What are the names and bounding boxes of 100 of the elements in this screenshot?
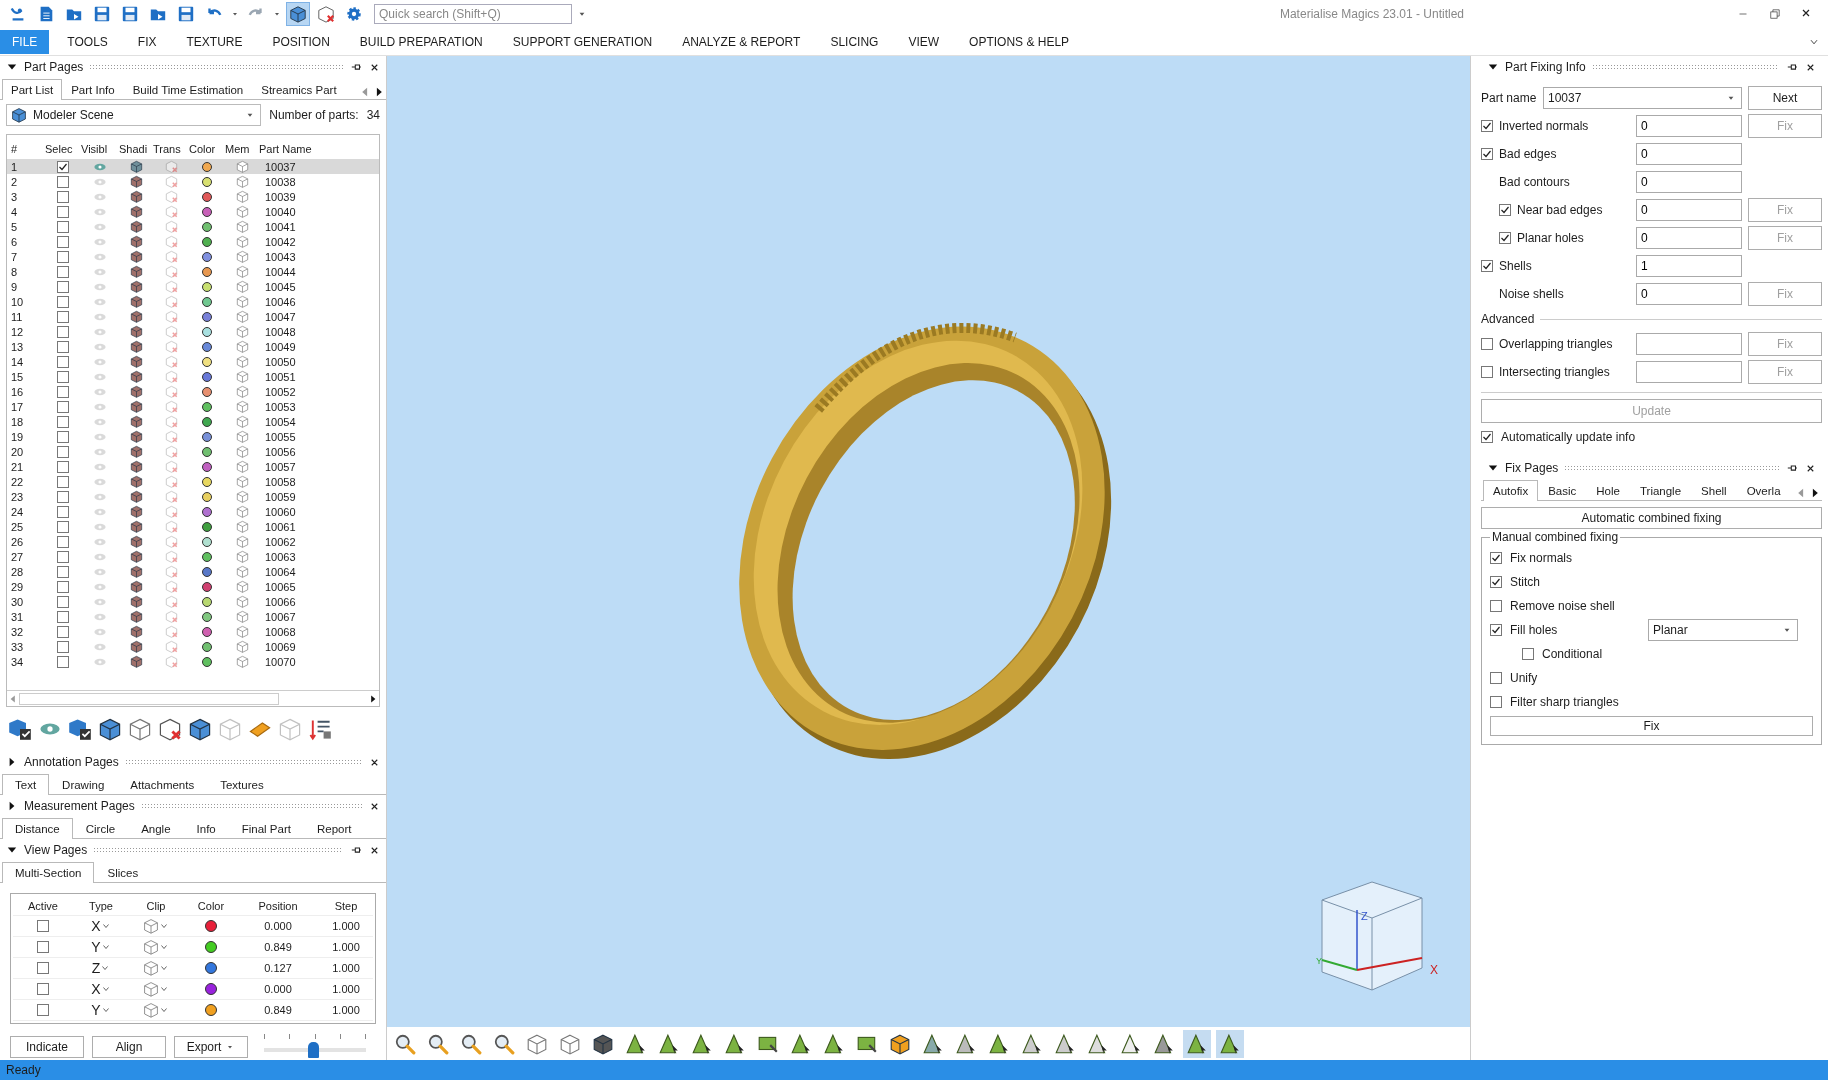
cube-icon[interactable] — [129, 640, 143, 653]
color-dot[interactable] — [202, 431, 212, 442]
triangle-icon[interactable] — [922, 1032, 944, 1055]
checkbox[interactable] — [1490, 696, 1502, 708]
checkbox[interactable] — [57, 220, 69, 233]
menu-item[interactable]: SLICING — [818, 29, 891, 54]
part-row[interactable]: 28 10064 — [7, 564, 379, 579]
cube-icon[interactable] — [289, 5, 307, 23]
part-row[interactable]: 22 10058 — [7, 474, 379, 489]
cube-icon[interactable] — [889, 1032, 911, 1055]
clip-cube-icon[interactable] — [143, 918, 159, 934]
cube-icon[interactable] — [129, 280, 143, 293]
wire-cube-icon[interactable] — [235, 190, 249, 203]
cube-icon[interactable] — [129, 430, 143, 443]
menu-item[interactable]: TEXTURE — [174, 29, 255, 54]
cube-icon[interactable] — [129, 385, 143, 398]
checkbox[interactable] — [57, 430, 69, 443]
wire-cube-icon[interactable] — [235, 265, 249, 278]
cube-icon[interactable] — [129, 490, 143, 503]
cube-icon[interactable] — [129, 415, 143, 428]
color-dot[interactable] — [202, 356, 212, 367]
column-header[interactable]: Shadi — [119, 143, 153, 155]
wire-cube-icon[interactable] — [235, 445, 249, 458]
wire-cube-icon[interactable] — [235, 220, 249, 233]
menu-item[interactable]: FIX — [125, 29, 169, 54]
wire-cube-icon[interactable] — [235, 325, 249, 338]
cube-cross-icon[interactable] — [158, 717, 182, 741]
chevron-icon[interactable] — [159, 963, 169, 973]
color-dot[interactable] — [202, 401, 212, 412]
color-dot[interactable] — [202, 656, 212, 667]
cube-icon[interactable] — [129, 595, 143, 608]
part-row[interactable]: 24 10060 — [7, 504, 379, 519]
wire-cube-icon[interactable] — [128, 717, 152, 741]
checkbox[interactable] — [57, 415, 69, 428]
cube-icon[interactable] — [129, 295, 143, 308]
export-button[interactable]: Export — [174, 1036, 248, 1058]
part-row[interactable]: 25 10061 — [7, 519, 379, 534]
wire-cube-icon[interactable] — [235, 490, 249, 503]
checkbox[interactable] — [1522, 648, 1534, 660]
cube-icon[interactable] — [129, 340, 143, 353]
value-field[interactable]: 0 — [1636, 171, 1742, 193]
cube-icon[interactable] — [129, 205, 143, 218]
checkbox[interactable] — [57, 205, 69, 218]
cube-icon[interactable] — [129, 310, 143, 323]
checkbox[interactable] — [57, 265, 69, 278]
column-header[interactable]: Part Name — [259, 143, 379, 155]
part-row[interactable]: 13 10049 — [7, 339, 379, 354]
checkbox[interactable] — [57, 190, 69, 203]
checkbox[interactable] — [37, 962, 49, 974]
wire-cube-icon[interactable] — [235, 295, 249, 308]
scrollbar-thumb[interactable] — [19, 692, 279, 705]
color-dot[interactable] — [202, 611, 212, 622]
part-row[interactable]: 16 10052 — [7, 384, 379, 399]
wire-cube-icon[interactable] — [235, 550, 249, 563]
checkbox[interactable] — [57, 235, 69, 248]
checkbox[interactable] — [57, 160, 69, 173]
color-dot[interactable] — [202, 236, 212, 247]
chevron-icon[interactable] — [159, 942, 169, 952]
wire-cube-icon[interactable] — [235, 250, 249, 263]
color-dot[interactable] — [202, 641, 212, 652]
checkbox[interactable] — [57, 520, 69, 533]
part-row[interactable]: 32 10068 — [7, 624, 379, 639]
color-dot[interactable] — [202, 206, 212, 217]
triangle-icon[interactable] — [790, 1032, 812, 1055]
wire-cube-icon[interactable] — [235, 355, 249, 368]
wire-cube-icon[interactable] — [235, 505, 249, 518]
chevron-icon[interactable] — [159, 984, 169, 994]
part-row[interactable]: 8 10044 — [7, 264, 379, 279]
axis-label[interactable]: Y — [91, 1002, 101, 1018]
column-header[interactable]: Color — [189, 143, 225, 155]
cube-icon[interactable] — [129, 220, 143, 233]
cube-icon[interactable] — [129, 520, 143, 533]
column-header[interactable]: Visibl — [81, 143, 119, 155]
color-dot[interactable] — [202, 251, 212, 262]
triangle-icon[interactable] — [1219, 1032, 1241, 1055]
axis-label[interactable]: Y — [91, 939, 101, 955]
value-field[interactable] — [1636, 333, 1742, 355]
cube-icon[interactable] — [129, 445, 143, 458]
checkbox[interactable] — [1490, 600, 1502, 612]
menu-item[interactable]: TOOLS — [55, 29, 120, 54]
wire-cube-icon[interactable] — [235, 655, 249, 668]
chevron-icon[interactable] — [159, 921, 169, 931]
wire-cube-icon[interactable] — [235, 400, 249, 413]
checkbox[interactable] — [57, 550, 69, 563]
action-button[interactable]: Indicate — [10, 1036, 84, 1058]
checkbox[interactable] — [57, 370, 69, 383]
slider[interactable] — [264, 1034, 366, 1060]
cube-icon[interactable] — [98, 717, 122, 741]
color-dot[interactable] — [202, 386, 212, 397]
color-dot[interactable] — [202, 176, 212, 187]
clip-cube-icon[interactable] — [143, 1002, 159, 1018]
checkbox[interactable] — [57, 280, 69, 293]
part-row[interactable]: 12 10048 — [7, 324, 379, 339]
cube-check-icon[interactable] — [8, 717, 32, 741]
cube-cross-icon[interactable] — [317, 5, 335, 23]
value-field[interactable]: 0 — [1636, 199, 1742, 221]
cube-icon[interactable] — [129, 160, 143, 173]
menu-item[interactable]: SUPPORT GENERATION — [500, 29, 665, 54]
cube-icon[interactable] — [129, 400, 143, 413]
triangle-icon[interactable] — [823, 1032, 845, 1055]
